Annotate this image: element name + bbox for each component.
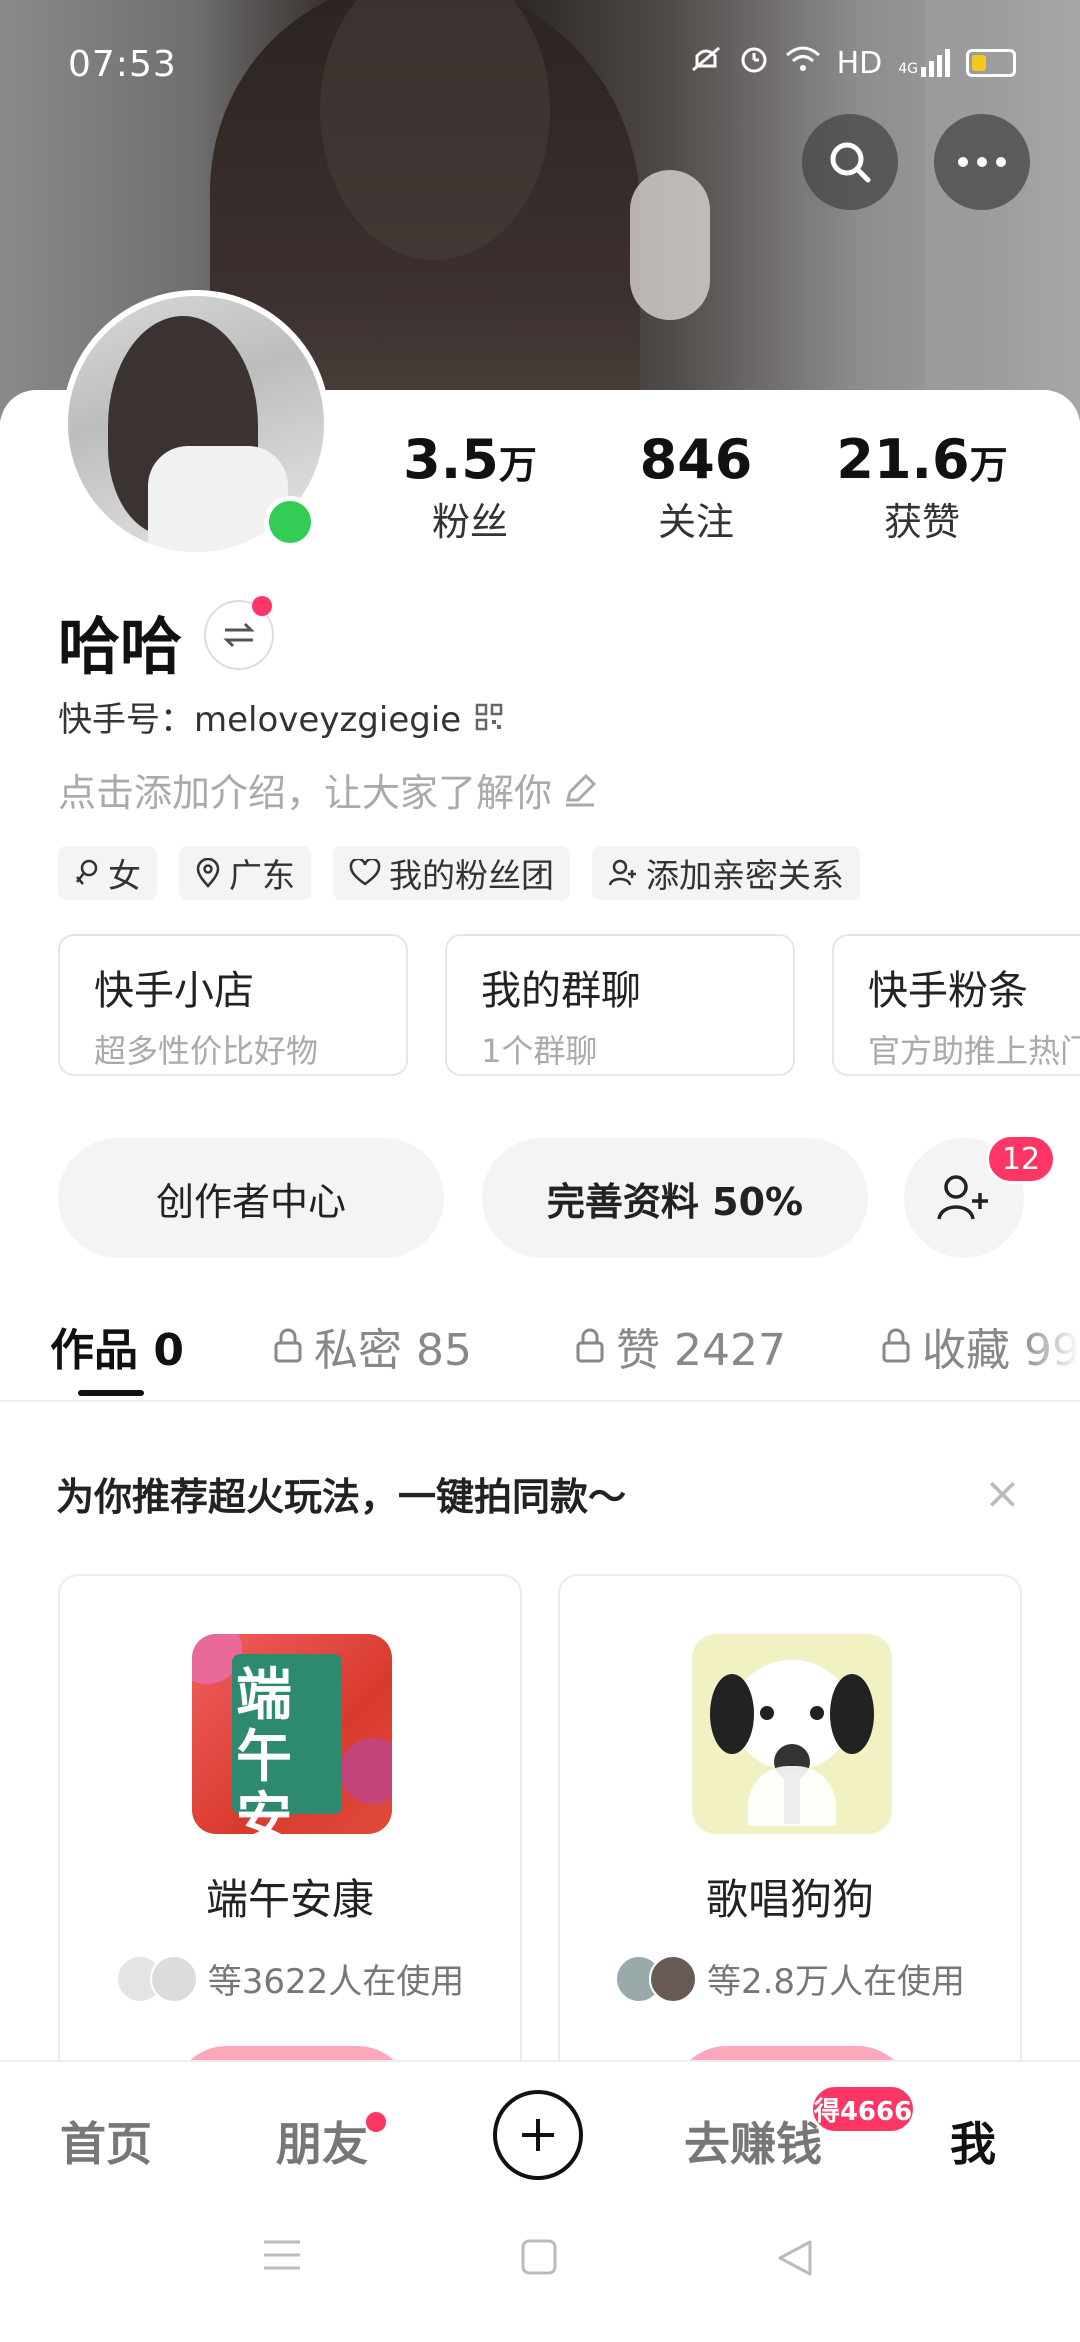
hd-label: HD [836,45,883,81]
lock-icon [882,1328,910,1363]
tag-location[interactable]: 广东 [179,846,311,900]
user-avatars [115,1954,198,2003]
stat-following[interactable]: 846 关注 [596,428,796,546]
location-pin-icon [196,858,220,888]
nav-friends[interactable]: 朋友 [276,2108,368,2174]
tab-works[interactable]: 作品 0 [50,1314,184,1378]
heart-icon [349,859,381,886]
kuaishou-id[interactable]: 快手号：meloveyzgiegie [58,692,503,741]
mute-icon [689,44,723,82]
recommend-title: 为你推荐超火玩法，一键拍同款～ [56,1475,627,1519]
complete-profile-button[interactable]: 完善资料 50% [482,1138,868,1258]
search-icon [830,142,871,183]
feature-kuaishou-shop[interactable]: 快手小店 超多性价比好物 [58,934,408,1076]
creator-center-button[interactable]: 创作者中心 [58,1138,444,1258]
switch-notification-dot [252,596,272,616]
swap-icon [223,622,255,648]
tag-gender[interactable]: 女 [58,846,157,900]
status-bar: 07:53 HD 4G [0,0,1080,130]
menu-icon [264,2240,300,2270]
lock-icon [576,1328,604,1363]
active-tab-indicator [78,1390,144,1396]
add-intro[interactable]: 点击添加介绍，让大家了解你 [58,762,598,817]
tag-add-relationship[interactable]: 添加亲密关系 [592,846,860,900]
profile-name: 哈哈 [58,610,183,683]
nav-home[interactable]: 首页 [60,2108,152,2174]
add-friend-badge: 12 [986,1134,1056,1184]
recent-apps-button[interactable] [262,2238,302,2276]
status-time: 07:53 [68,44,177,85]
cell-signal-icon: 4G [898,49,950,77]
online-status-dot [264,496,316,548]
user-avatars [614,1954,697,2003]
search-button[interactable] [802,114,898,210]
content-tabs: 作品 0 私密 85 赞 2427 收藏 99 [0,1296,1080,1406]
template-image-dragon-boat: 端午安康 [192,1634,392,1834]
nav-earn[interactable]: 去赚钱 [684,2108,822,2174]
stat-fans[interactable]: 3.5万 粉丝 [370,428,570,546]
home-system-button[interactable] [520,2238,558,2280]
tab-private[interactable]: 私密 85 [272,1314,472,1378]
feature-fan-boost[interactable]: 快手粉条 官方助推上热门 [832,934,1080,1076]
qrcode-icon[interactable] [475,703,503,731]
stat-likes[interactable]: 21.6万 获赞 [822,428,1022,546]
battery-icon [966,49,1016,77]
earn-badge: 得4666 [810,2084,916,2134]
alarm-icon [739,44,769,82]
back-system-button[interactable] [776,2238,814,2282]
feature-group-chat[interactable]: 我的群聊 1个群聊 [445,934,795,1076]
wifi-icon [785,45,821,81]
close-recommend-button[interactable]: × [984,1468,1021,1519]
back-triangle-icon [778,2240,812,2276]
edit-pencil-icon [566,773,597,806]
friends-notification-dot [366,2112,386,2132]
more-button[interactable] [934,114,1030,210]
bottom-navigation: 首页 朋友 去赚钱 得4666 我 [0,2060,1080,2342]
template-image-singing-dog [692,1634,892,1834]
tab-favorites[interactable]: 收藏 99 [880,1314,1080,1378]
lock-icon [274,1328,302,1363]
plus-icon [522,2119,554,2151]
create-button[interactable] [493,2090,583,2180]
add-friend-icon [937,1175,988,1220]
tag-fan-group[interactable]: 我的粉丝团 [333,846,570,900]
add-person-icon [608,859,636,886]
more-dots-icon [958,157,1006,167]
square-icon [521,2239,557,2275]
female-icon [76,859,98,885]
nav-me[interactable]: 我 [950,2108,996,2174]
tab-likes[interactable]: 赞 2427 [574,1314,786,1378]
profile-tags: 女 广东 我的粉丝团 添加亲密关系 [58,846,860,900]
